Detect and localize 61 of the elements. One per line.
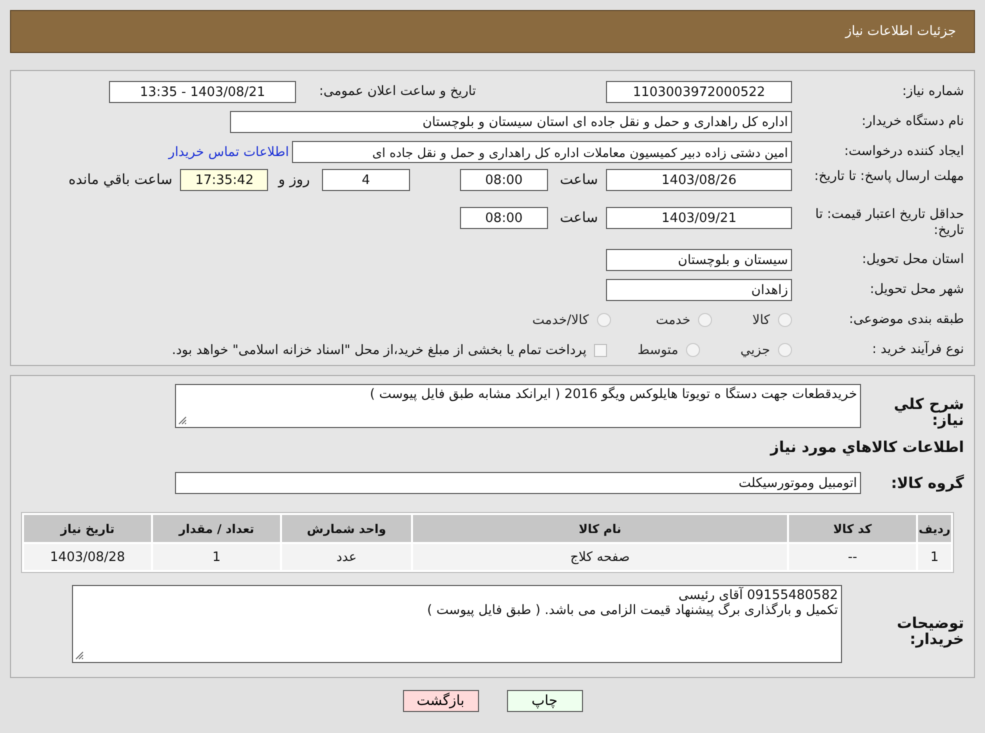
checkbox[interactable]: [594, 344, 608, 356]
field-label: طبقه بندی موضوعی:: [848, 312, 964, 328]
table-cell: عدد: [282, 544, 411, 570]
column-header: نام کالا: [413, 515, 787, 542]
city-field: زاهدان: [606, 279, 792, 301]
column-header: تعداد / مقدار: [153, 515, 280, 542]
time-label: ساعت: [560, 210, 598, 226]
section-title: اطلاعات کالاهاي مورد نياز: [768, 439, 964, 455]
resize-grip-icon[interactable]: [75, 651, 84, 660]
field-label: شماره نیاز:: [901, 84, 964, 100]
validity-time-field: 08:00: [460, 207, 548, 229]
days-label: روز و: [278, 172, 310, 188]
time-label: ساعت: [560, 172, 598, 188]
field-label: گروه کالا:: [890, 475, 964, 491]
table-cell: --: [789, 544, 916, 570]
buyer-org-field: اداره کل راهداری و حمل و نقل جاده ای استان سیستان و بلوچستان: [230, 111, 792, 133]
field-label: شهر محل تحویل:: [868, 282, 964, 298]
days-field: 4: [322, 169, 410, 191]
description-field[interactable]: خریدقطعات جهت دستگا ه تویوتا هایلوکس ویگو 2016 ( ایرانکد مشابه طبق فایل پیوست ): [175, 384, 861, 428]
radio-label: کالا: [752, 312, 770, 328]
table-cell: 1: [153, 544, 280, 570]
radio-label: خدمت: [656, 312, 690, 328]
radio-label: متوسط: [637, 342, 678, 358]
province-field: سیستان و بلوچستان: [606, 249, 792, 271]
notes-line: تکمیل و بارگذاری برگ پیشنهاد قیمت الزامی می باشد. ( طبق فایل پیوست ): [427, 603, 838, 618]
field-label: تاریخ و ساعت اعلان عمومی:: [318, 84, 477, 100]
field-label: مهلت ارسال پاسخ: تا تاریخ:: [813, 169, 964, 185]
page-title: جزئیات اطلاعات نیاز: [845, 24, 956, 39]
field-label: نام دستگاه خریدار:: [860, 114, 964, 130]
buyer-notes-field[interactable]: 09155480582 آقای رئیسی تکمیل و بارگذاری برگ پیشنهاد قیمت الزامی می باشد. ( طبق فایل پیوست ): [72, 585, 842, 663]
field-label: حداقل تاریخ اعتبار قیمت: تا تاریخ:: [814, 207, 964, 239]
radio-label: کالا/خدمت: [532, 312, 589, 328]
remaining-time-field: 17:35:42: [180, 169, 268, 191]
remaining-label: ساعت باقي مانده: [68, 172, 172, 188]
field-label: توضیحات خریدار:: [896, 615, 964, 647]
contact-link[interactable]: اطلاعات تماس خریدار: [168, 144, 289, 160]
payment-note: پرداخت تمام یا بخشی از مبلغ خرید،از محل "اسناد خزانه اسلامی" خواهد بود.: [172, 342, 586, 358]
field-label: استان محل تحویل:: [861, 252, 964, 268]
deadline-date-field: 1403/08/26: [606, 169, 792, 191]
description-text: خریدقطعات جهت دستگا ه تویوتا هایلوکس ویگو 2016 ( ایرانکد مشابه طبق فایل پیوست ): [368, 387, 857, 402]
need-number-field: 1103003972000522: [606, 81, 792, 103]
validity-date-field: 1403/09/21: [606, 207, 792, 229]
table-cell: صفحه کلاج: [413, 544, 787, 570]
field-label: نوع فرآیند خرید :: [871, 342, 964, 358]
column-header: ردیف: [918, 515, 951, 542]
deadline-time-field: 08:00: [460, 169, 548, 191]
column-header: کد کالا: [789, 515, 916, 542]
print-button[interactable]: چاپ: [506, 690, 582, 712]
field-label: ایجاد کننده درخواست:: [843, 144, 964, 160]
table-cell: 1: [918, 544, 951, 570]
goods-group-field: اتومبیل وموتورسیکلت: [175, 472, 861, 494]
column-header: واحد شمارش: [282, 515, 411, 542]
table-cell: 1403/08/28: [24, 544, 151, 570]
announce-date-field: 1403/08/21 - 13:35: [109, 81, 296, 103]
creator-field: امین دشتی زاده دبیر کمیسیون معاملات اداره کل راهداری و حمل و نقل جاده ای: [292, 141, 792, 163]
radio-label: جزيي: [740, 342, 770, 358]
field-label: شرح کلي نياز:: [892, 396, 964, 428]
column-header: تاریخ نیاز: [24, 515, 151, 542]
notes-line: 09155480582 آقای رئیسی: [678, 588, 838, 603]
resize-grip-icon[interactable]: [178, 416, 187, 425]
back-button[interactable]: بازگشت: [402, 690, 478, 712]
